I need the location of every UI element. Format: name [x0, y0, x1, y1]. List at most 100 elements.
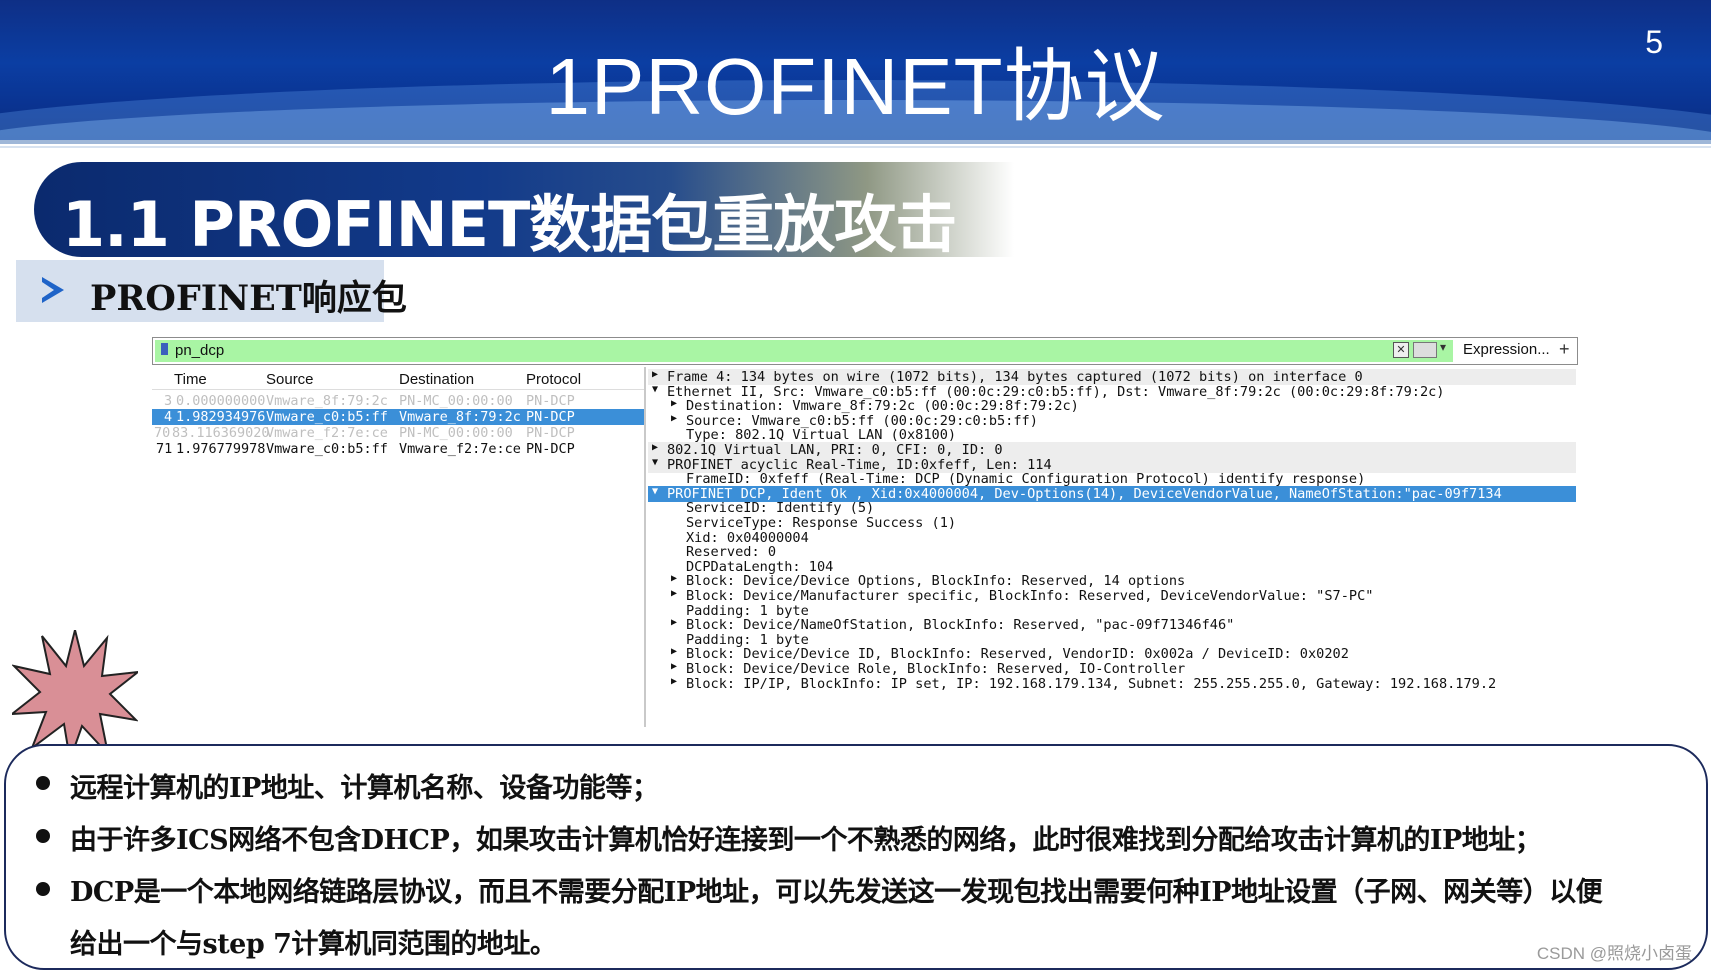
packet-no: 70: [154, 425, 171, 441]
detail-line-text: Block: Device/Device Options, BlockInfo:…: [686, 573, 1186, 590]
column-source[interactable]: Source: [266, 371, 314, 388]
section-heading-text: 1.1 PROFINET数据包重放攻击: [62, 188, 957, 261]
collapsed-triangle-icon[interactable]: ▶: [671, 588, 677, 599]
collapsed-triangle-icon[interactable]: ▶: [671, 646, 677, 657]
detail-line[interactable]: ▶ Block: Device/Device Role, BlockInfo: R…: [648, 661, 1576, 677]
bullet-dot: [36, 776, 50, 790]
display-filter-input[interactable]: pn_dcp: [155, 340, 1453, 362]
title-banner: 1PROFINET协议 5: [0, 0, 1711, 140]
detail-line[interactable]: ▼ PROFINET DCP, Ident Ok , Xid:0x4000004,…: [648, 485, 1576, 502]
filter-dropdown-icon[interactable]: ▾: [1440, 340, 1446, 354]
packet-no: 3: [164, 393, 173, 409]
detail-line[interactable]: ▶ Block: Device/Manufacturer specific, Bl…: [648, 588, 1576, 604]
add-filter-button[interactable]: +: [1559, 339, 1570, 360]
collapsed-triangle-icon[interactable]: ▶: [652, 442, 658, 453]
detail-line[interactable]: ▶ Frame 4: 134 bytes on wire (1072 bits),…: [648, 369, 1576, 385]
detail-line-text: Source: Vmware_c0:b5:ff (00:0c:29:c0:b5:…: [686, 412, 1038, 429]
packet-destination: Vmware_8f:79:2c: [399, 409, 521, 425]
bullet-dot: [36, 882, 50, 896]
collapsed-triangle-icon[interactable]: ▶: [671, 617, 677, 628]
detail-line[interactable]: ▶ Source: Vmware_c0:b5:ff (00:0c:29:c0:b5…: [648, 413, 1576, 429]
packet-row-selected[interactable]: 4 1.982934976 Vmware_c0:b5:ff Vmware_8f:…: [152, 409, 644, 425]
expression-button[interactable]: Expression...: [1463, 341, 1550, 358]
expanded-triangle-icon[interactable]: ▼: [652, 384, 658, 395]
detail-line-text: Ethernet II, Src: Vmware_c0:b5:ff (00:0c…: [667, 383, 1445, 400]
detail-line-text: PROFINET DCP, Ident Ok , Xid:0x4000004, …: [667, 485, 1502, 502]
subheading: PROFINET响应包: [16, 260, 407, 322]
display-filter-text: pn_dcp: [175, 342, 225, 359]
packet-time: 1.976779978: [176, 441, 266, 457]
packet-row[interactable]: 71 1.976779978 Vmware_c0:b5:ff Vmware_f2…: [152, 441, 644, 457]
packet-no: 71: [156, 441, 173, 457]
bullet-item: 远程计算机的IP地址、计算机名称、设备功能等；: [70, 773, 659, 804]
detail-line[interactable]: DCPDataLength: 104: [648, 559, 1576, 575]
detail-line-text: Destination: Vmware_8f:79:2c (00:0c:29:8…: [686, 398, 1079, 415]
detail-line-text: ServiceType: Response Success (1): [686, 515, 957, 531]
packet-protocol: PN-DCP: [526, 441, 575, 457]
packet-source: Vmware_f2:7e:ce: [266, 425, 388, 441]
detail-line[interactable]: ▶ Block: Device/NameOfStation, BlockInfo:…: [648, 617, 1576, 633]
packet-time: 83.116369020: [172, 425, 270, 441]
detail-line[interactable]: ▶ 802.1Q Virtual LAN, PRI: 0, CFI: 0, ID:…: [648, 442, 1576, 458]
collapsed-triangle-icon[interactable]: ▶: [671, 661, 677, 672]
detail-line-text: Block: IP/IP, BlockInfo: IP set, IP: 192…: [686, 675, 1497, 692]
packet-source: Vmware_c0:b5:ff: [266, 409, 388, 425]
expanded-triangle-icon[interactable]: ▼: [652, 486, 658, 497]
detail-line[interactable]: Reserved: 0: [648, 544, 1576, 560]
subheading-text: PROFINET响应包: [90, 278, 407, 319]
column-protocol[interactable]: Protocol: [526, 371, 581, 388]
detail-line-text: Block: Device/Device ID, BlockInfo: Rese…: [686, 646, 1349, 663]
clear-filter-icon[interactable]: ✕: [1393, 342, 1409, 358]
detail-line[interactable]: Padding: 1 byte: [648, 632, 1576, 648]
detail-line-text: Xid: 0x04000004: [686, 529, 809, 546]
packet-destination: Vmware_f2:7e:ce: [399, 441, 521, 457]
banner-divider-light: [0, 146, 1711, 148]
bullet-item: DCP是一个本地网络链路层协议，而且不需要分配IP地址，可以先发送这一发现包找出…: [70, 877, 1603, 908]
detail-line[interactable]: ▶ Destination: Vmware_8f:79:2c (00:0c:29:…: [648, 398, 1576, 414]
detail-line-text: Block: Device/Manufacturer specific, Blo…: [686, 588, 1374, 604]
bullet-box: 远程计算机的IP地址、计算机名称、设备功能等； 由于许多ICS网络不包含DHCP…: [4, 744, 1708, 970]
detail-line-text: PROFINET acyclic Real-Time, ID:0xfeff, L…: [667, 456, 1052, 473]
packet-list-header: Time Source Destination Protocol: [152, 369, 644, 390]
packet-time: 0.000000000: [176, 393, 266, 409]
detail-line[interactable]: ▼ PROFINET acyclic Real-Time, ID:0xfeff, …: [648, 456, 1576, 473]
collapsed-triangle-icon[interactable]: ▶: [671, 413, 677, 424]
detail-line-text: 802.1Q Virtual LAN, PRI: 0, CFI: 0, ID: …: [667, 442, 1003, 458]
detail-line-text: Reserved: 0: [686, 544, 777, 561]
detail-line-text: DCPDataLength: 104: [686, 558, 834, 575]
detail-line[interactable]: FrameID: 0xfeff (Real-Time: DCP (Dynamic…: [648, 471, 1576, 487]
detail-line[interactable]: ▶ Block: Device/Device ID, BlockInfo: Res…: [648, 646, 1576, 662]
apply-filter-icon[interactable]: [1413, 342, 1437, 358]
expanded-triangle-icon[interactable]: ▼: [652, 457, 658, 468]
collapsed-triangle-icon[interactable]: ▶: [671, 573, 677, 584]
bookmark-icon[interactable]: [161, 343, 168, 355]
packet-details[interactable]: ▶ Frame 4: 134 bytes on wire (1072 bits),…: [648, 367, 1576, 727]
detail-line[interactable]: Xid: 0x04000004: [648, 530, 1576, 546]
collapsed-triangle-icon[interactable]: ▶: [671, 398, 677, 409]
detail-line[interactable]: ▶ Block: IP/IP, BlockInfo: IP set, IP: 19…: [648, 676, 1576, 692]
detail-line-text: Block: Device/NameOfStation, BlockInfo: …: [686, 617, 1235, 634]
packet-protocol: PN-DCP: [526, 425, 575, 441]
collapsed-triangle-icon[interactable]: ▶: [671, 676, 677, 687]
detail-line[interactable]: ▼ Ethernet II, Src: Vmware_c0:b5:ff (00:0…: [648, 384, 1576, 400]
column-destination[interactable]: Destination: [399, 371, 474, 388]
section-heading: 1.1 PROFINET数据包重放攻击: [34, 162, 1014, 261]
packet-protocol: PN-DCP: [526, 393, 575, 409]
packet-row[interactable]: 70 83.116369020 Vmware_f2:7e:ce PN-MC_00…: [152, 425, 644, 441]
banner-divider: [0, 140, 1711, 144]
column-time[interactable]: Time: [174, 371, 207, 388]
packet-row[interactable]: 3 0.000000000 Vmware_8f:79:2c PN-MC_00:0…: [152, 393, 644, 409]
detail-line-text: ServiceID: Identify (5): [686, 500, 875, 517]
packet-time: 1.982934976: [176, 409, 266, 425]
starburst-icon: [12, 630, 138, 760]
detail-line[interactable]: ServiceID: Identify (5): [648, 500, 1576, 516]
packet-list[interactable]: Time Source Destination Protocol 3 0.000…: [152, 367, 646, 727]
wireshark-screenshot: pn_dcp ✕ ▾ Expression... + Time Source D…: [152, 335, 1578, 732]
detail-line[interactable]: ▶ Block: Device/Device Options, BlockInfo…: [648, 573, 1576, 589]
detail-line[interactable]: Type: 802.1Q Virtual LAN (0x8100): [648, 427, 1576, 443]
detail-line[interactable]: ServiceType: Response Success (1): [648, 515, 1576, 531]
packet-protocol: PN-DCP: [526, 409, 575, 425]
detail-line[interactable]: Padding: 1 byte: [648, 603, 1576, 619]
collapsed-triangle-icon[interactable]: ▶: [652, 369, 658, 380]
detail-line-text: FrameID: 0xfeff (Real-Time: DCP (Dynamic…: [686, 471, 1366, 488]
